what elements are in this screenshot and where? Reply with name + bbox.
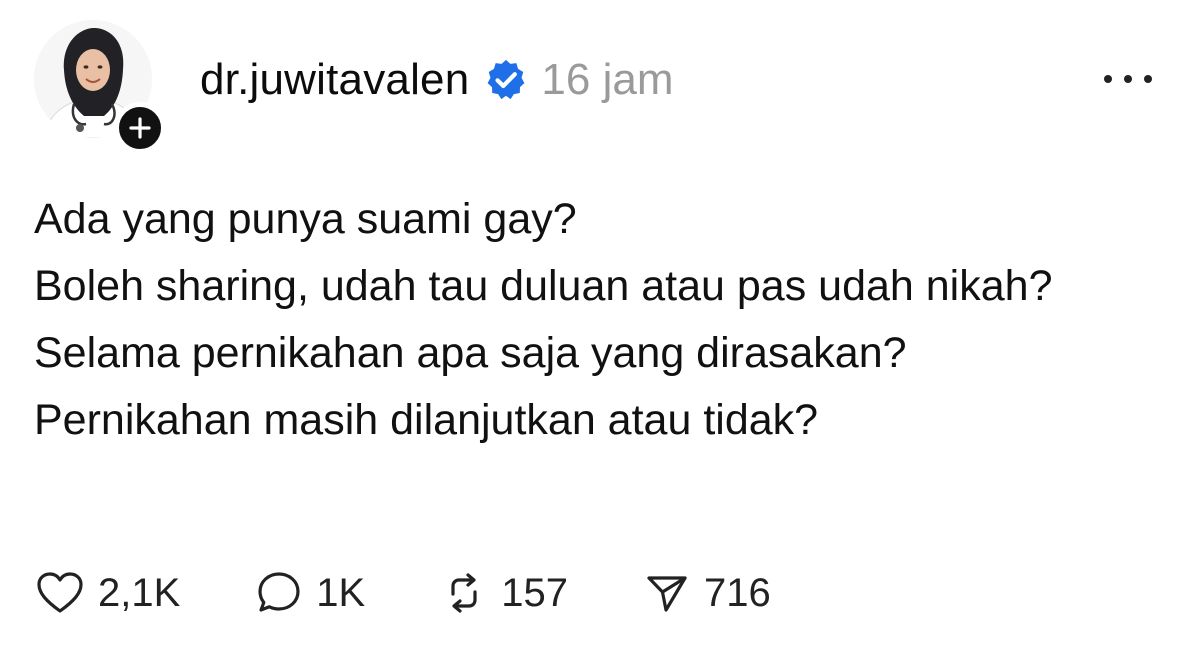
post-text-line: Selama pernikahan apa saja yang dirasaka… bbox=[34, 329, 907, 377]
share-button[interactable]: 716 bbox=[644, 570, 771, 616]
post-actions: 2,1K 1K 157 716 bbox=[36, 566, 847, 620]
verified-badge-icon bbox=[488, 59, 525, 100]
like-button[interactable]: 2,1K bbox=[36, 571, 180, 616]
more-options-button[interactable] bbox=[1098, 66, 1158, 92]
follow-button[interactable] bbox=[114, 102, 166, 154]
heart-icon bbox=[37, 572, 83, 613]
post-timestamp: 16 jam bbox=[541, 55, 674, 104]
plus-icon bbox=[129, 117, 151, 139]
more-dots-icon bbox=[1104, 75, 1152, 83]
repost-icon bbox=[451, 573, 477, 613]
post-text-line: Pernikahan masih dilanjutkan atau tidak? bbox=[34, 396, 819, 444]
post-body: Ada yang punya suami gay? Boleh sharing,… bbox=[34, 186, 1154, 454]
repost-count: 157 bbox=[501, 570, 568, 615]
share-count: 716 bbox=[703, 570, 771, 615]
post-text-line: Boleh sharing, udah tau duluan atau pas … bbox=[34, 262, 1053, 310]
post-text-line: Ada yang punya suami gay? bbox=[34, 195, 577, 243]
send-icon bbox=[647, 576, 687, 612]
comment-icon bbox=[258, 572, 300, 612]
reply-button[interactable]: 1K bbox=[256, 570, 365, 616]
repost-button[interactable]: 157 bbox=[441, 570, 568, 616]
username[interactable]: dr.juwitavalen bbox=[200, 55, 469, 105]
reply-count: 1K bbox=[316, 570, 366, 615]
post-header: dr.juwitavalen 16 jam bbox=[200, 52, 673, 108]
like-count: 2,1K bbox=[98, 570, 181, 615]
avatar-container bbox=[34, 20, 174, 160]
post-card: dr.juwitavalen 16 jam Ada yang punya sua… bbox=[0, 0, 1200, 645]
